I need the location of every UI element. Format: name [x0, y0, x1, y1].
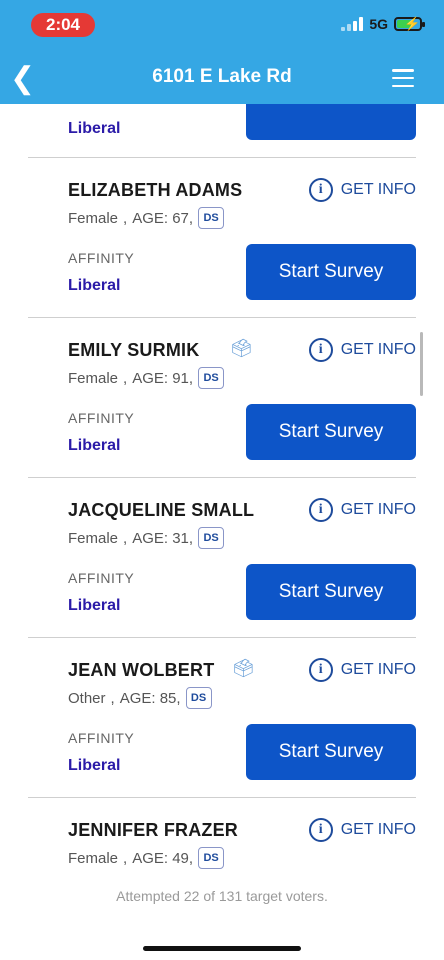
start-survey-button[interactable]: Start Survey: [246, 724, 416, 780]
voter-gender: Other: [68, 689, 106, 707]
voter-list[interactable]: Liberal ELIZABETH ADAMS Female, AGE: 67,…: [0, 104, 444, 880]
progress-footer: Attempted 22 of 131 target voters.: [116, 888, 328, 904]
voter-name: EMILY SURMIK: [68, 340, 200, 360]
voter-meta: Female, AGE: 31, DS: [68, 527, 225, 549]
affinity-label: AFFINITY: [68, 730, 135, 746]
voter-gender: Female: [68, 529, 119, 547]
info-icon: i: [308, 498, 333, 522]
start-survey-button[interactable]: Start Survey: [246, 404, 416, 460]
get-info-button[interactable]: i GET INFO: [308, 498, 416, 522]
status-time: 2:04: [31, 13, 95, 37]
affinity-value: Liberal: [68, 757, 121, 774]
ds-badge: DS: [198, 367, 225, 389]
ds-badge: DS: [198, 207, 225, 229]
ballot-box-icon: 🗳: [230, 338, 253, 358]
voter-age: AGE: 31,: [132, 529, 194, 547]
voter-gender: Female: [68, 369, 119, 387]
get-info-button[interactable]: i GET INFO: [308, 658, 416, 682]
affinity-value: Liberal: [68, 120, 121, 137]
voter-card: JACQUELINE SMALL Female, AGE: 31, DS i G…: [28, 478, 416, 638]
voter-meta: Female, AGE: 91, DS: [68, 367, 225, 389]
affinity-value: Liberal: [68, 277, 121, 294]
get-info-button[interactable]: i GET INFO: [308, 178, 416, 202]
get-info-label: GET INFO: [340, 661, 416, 678]
home-indicator[interactable]: [143, 946, 301, 951]
network-type: 5G: [369, 16, 388, 32]
voter-meta: Other, AGE: 85, DS: [68, 687, 212, 709]
affinity-label: AFFINITY: [68, 410, 135, 426]
page-title: 6101 E Lake Rd: [152, 66, 292, 87]
voter-gender: Female: [68, 849, 119, 867]
start-survey-button[interactable]: [246, 104, 416, 140]
voter-name: JENNIFER FRAZER: [68, 820, 239, 840]
get-info-label: GET INFO: [340, 341, 416, 358]
get-info-label: GET INFO: [340, 501, 416, 518]
info-icon: i: [308, 658, 333, 682]
ballot-box-icon: 🗳: [232, 658, 255, 678]
info-icon: i: [308, 178, 333, 202]
affinity-value: Liberal: [68, 597, 121, 614]
start-survey-button[interactable]: Start Survey: [246, 564, 416, 620]
ds-badge: DS: [198, 847, 225, 869]
hamburger-menu-icon[interactable]: [392, 69, 414, 87]
get-info-button[interactable]: i GET INFO: [308, 818, 416, 842]
info-icon: i: [308, 818, 333, 842]
ds-badge: DS: [198, 527, 225, 549]
voter-card: JEAN WOLBERT 🗳 Other, AGE: 85, DS i GET …: [28, 638, 416, 798]
voter-card: ELIZABETH ADAMS Female, AGE: 67, DS i GE…: [28, 158, 416, 318]
affinity-label: AFFINITY: [68, 570, 135, 586]
voter-name: JEAN WOLBERT: [68, 660, 215, 680]
voter-meta: Female, AGE: 49, DS: [68, 847, 225, 869]
battery-icon: ⚡: [394, 16, 425, 31]
affinity-label: AFFINITY: [68, 250, 135, 266]
voter-age: AGE: 91,: [132, 369, 194, 387]
voter-age: AGE: 49,: [132, 849, 194, 867]
voter-gender: Female: [68, 209, 119, 227]
voter-name: ELIZABETH ADAMS: [68, 180, 243, 200]
get-info-label: GET INFO: [340, 181, 416, 198]
info-icon: i: [308, 338, 333, 362]
voter-card: JENNIFER FRAZER Female, AGE: 49, DS i GE…: [28, 798, 416, 880]
voter-name: JACQUELINE SMALL: [68, 500, 255, 520]
voter-age: AGE: 67,: [132, 209, 194, 227]
scrollbar[interactable]: [420, 332, 423, 396]
app-header: 2:04 5G ⚡ ❮ 6101 E Lake Rd: [0, 0, 444, 104]
get-info-label: GET INFO: [340, 821, 416, 838]
voter-card-partial: Liberal: [28, 104, 416, 158]
signal-icon: [341, 17, 364, 31]
voter-meta: Female, AGE: 67, DS: [68, 207, 225, 229]
voter-card: EMILY SURMIK 🗳 Female, AGE: 91, DS i GET…: [28, 318, 416, 478]
start-survey-button[interactable]: Start Survey: [246, 244, 416, 300]
status-indicators: 5G ⚡: [341, 16, 425, 32]
voter-age: AGE: 85,: [119, 689, 181, 707]
get-info-button[interactable]: i GET INFO: [308, 338, 416, 362]
affinity-value: Liberal: [68, 437, 121, 454]
ds-badge: DS: [185, 687, 212, 709]
